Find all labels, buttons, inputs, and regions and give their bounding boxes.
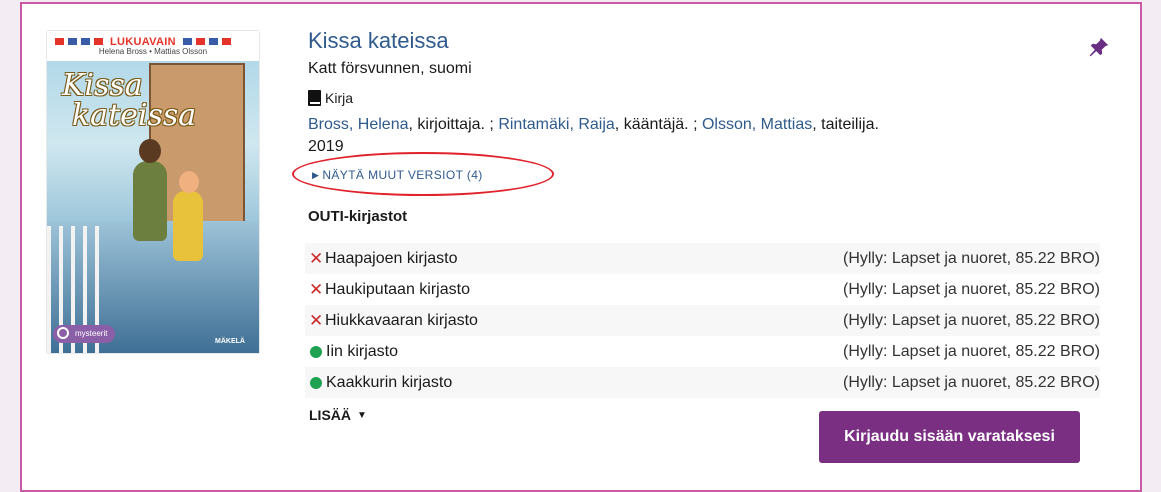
format-label: Kirja <box>308 90 353 106</box>
unavailable-x-icon: ✕ <box>309 248 324 268</box>
cover-authors: Helena Bross • Mattias Olsson <box>98 47 208 56</box>
triangle-down-icon: ▼ <box>357 409 367 421</box>
author-role: , taiteilija. <box>812 116 879 133</box>
author-link[interactable]: Olsson, Mattias <box>702 116 812 133</box>
available-dot-icon <box>310 345 322 358</box>
pin-icon[interactable] <box>1088 36 1110 58</box>
other-versions-label: NÄYTÄ MUUT VERSIOT (4) <box>322 168 483 182</box>
holding-library: Kaakkurin kirjasto <box>326 373 453 391</box>
unavailable-x-icon: ✕ <box>309 310 324 330</box>
cover-character-illustration <box>133 139 167 241</box>
author-role: , kääntäjä. ; <box>614 116 702 133</box>
book-icon <box>308 90 321 106</box>
author-role: , kirjoittaja. ; <box>408 116 499 133</box>
publication-year: 2019 <box>308 138 344 155</box>
more-holdings-toggle[interactable]: LISÄÄ ▼ <box>309 407 367 423</box>
original-title: Katt försvunnen, suomi <box>308 60 472 77</box>
record-card: LUKUAVAIN Helena Bross • Mattias Olsson … <box>20 2 1142 492</box>
cover-title-line: kateissa <box>72 98 197 133</box>
library-group-name: OUTI-kirjastot <box>308 208 408 225</box>
login-to-reserve-button[interactable]: Kirjaudu sisään varataksesi <box>819 411 1080 463</box>
holding-shelf: (Hylly: Lapset ja nuoret, 85.22 BRO) <box>842 280 1100 298</box>
format-text: Kirja <box>325 90 354 106</box>
cover-badge: mysteerit <box>53 325 116 343</box>
author-link[interactable]: Rintamäki, Raija <box>498 116 614 133</box>
holding-library: Hiukkavaaran kirjasto <box>325 311 478 329</box>
book-cover[interactable]: LUKUAVAIN Helena Bross • Mattias Olsson … <box>47 31 259 353</box>
cover-series-banner: LUKUAVAIN <box>55 35 231 48</box>
holding-row[interactable]: Kaakkurin kirjasto (Hylly: Lapset ja nuo… <box>305 367 1100 398</box>
holding-row[interactable]: ✕ Haapajoen kirjasto (Hylly: Lapset ja nu… <box>305 243 1100 274</box>
holding-row[interactable]: Iin kirjasto (Hylly: Lapset ja nuoret, 8… <box>305 336 1100 367</box>
holding-library: Iin kirjasto <box>326 342 399 360</box>
holding-library: Haapajoen kirjasto <box>325 249 458 267</box>
available-dot-icon <box>310 376 322 389</box>
cover-character-illustration <box>173 171 203 261</box>
other-versions-toggle[interactable]: ▶ NÄYTÄ MUUT VERSIOT (4) <box>312 168 483 182</box>
cover-series: LUKUAVAIN <box>110 35 176 48</box>
unavailable-x-icon: ✕ <box>309 279 324 299</box>
more-label: LISÄÄ <box>309 407 351 423</box>
record-title-link[interactable]: Kissa kateissa <box>308 28 449 54</box>
authors-line: Bross, Helena, kirjoittaja. ; Rintamäki,… <box>308 114 879 136</box>
holding-shelf: (Hylly: Lapset ja nuoret, 85.22 BRO) <box>842 311 1100 329</box>
cover-publisher-logo: MÄKELÄ <box>215 338 245 345</box>
holding-row[interactable]: ✕ Hiukkavaaran kirjasto (Hylly: Lapset ja… <box>305 305 1100 336</box>
holding-shelf: (Hylly: Lapset ja nuoret, 85.22 BRO) <box>842 249 1100 267</box>
holding-row[interactable]: ✕ Haukiputaan kirjasto (Hylly: Lapset ja … <box>305 274 1100 305</box>
holding-shelf: (Hylly: Lapset ja nuoret, 85.22 BRO) <box>842 373 1100 391</box>
holdings-list: ✕ Haapajoen kirjasto (Hylly: Lapset ja nu… <box>305 243 1100 398</box>
holding-shelf: (Hylly: Lapset ja nuoret, 85.22 BRO) <box>842 342 1100 360</box>
author-link[interactable]: Bross, Helena <box>308 116 409 133</box>
cover-title: Kissa kateissa <box>62 71 242 131</box>
triangle-right-icon: ▶ <box>312 169 320 180</box>
holding-library: Haukiputaan kirjasto <box>325 280 470 298</box>
